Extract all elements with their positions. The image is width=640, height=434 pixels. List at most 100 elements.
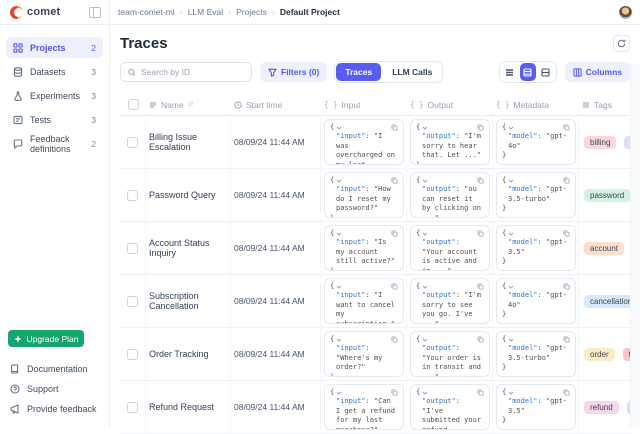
header-output[interactable]: { }Output [407,94,493,115]
input-json-cell[interactable]: { "input": "Can I get a refund for my la… [324,384,404,430]
header-tags[interactable]: Tags [579,94,632,115]
chevron-down-icon[interactable] [422,125,428,131]
chevron-down-icon[interactable] [422,231,428,237]
copy-icon[interactable] [563,230,570,237]
header-metadata[interactable]: { }Metadata [493,94,579,115]
input-json-cell[interactable]: { "input": "Is my account still active?"… [324,225,404,271]
input-json-cell[interactable]: { "input": "How do I reset my password?"… [324,172,404,218]
row-checkbox[interactable] [127,349,138,360]
row-checkbox[interactable] [127,137,138,148]
copy-icon[interactable] [391,177,398,184]
select-all-checkbox[interactable] [128,99,139,110]
input-json-cell[interactable]: { "input": "I want to cancel my subscrip… [324,278,404,324]
metadata-json-cell[interactable]: { "model": "gpt-3.5-turbo" } [496,172,576,218]
output-json-cell[interactable]: { "output": "I'm sorry to hear that. Let… [410,119,490,165]
sidebar-item-provide-feedback[interactable]: Provide feedback [6,399,103,419]
chevron-down-icon[interactable] [508,390,514,396]
table-row[interactable]: Refund Request 08/09/24 11:44 AM { "inpu… [120,381,632,434]
row-checkbox[interactable] [127,190,138,201]
chevron-down-icon[interactable] [422,178,428,184]
table-row[interactable]: Subscription Cancellation 08/09/24 11:44… [120,275,632,328]
output-json-cell[interactable]: { "output": "I'm sorry to see you go. I'… [410,278,490,324]
copy-icon[interactable] [563,389,570,396]
chevron-down-icon[interactable] [336,284,342,290]
chevron-down-icon[interactable] [422,284,428,290]
density-comfy-button[interactable] [538,63,554,81]
upgrade-plan-button[interactable]: Upgrade Plan [8,330,84,347]
copy-icon[interactable] [563,177,570,184]
copy-icon[interactable] [477,177,484,184]
metadata-json-cell[interactable]: { "model": "gpt-4o" } [496,119,576,165]
metadata-json-cell[interactable]: { "model": "gpt-3.5" } [496,225,576,271]
chevron-down-icon[interactable] [336,390,342,396]
input-json-cell[interactable]: { "input": "Where's my order?" } [324,331,404,377]
user-avatar[interactable] [619,6,632,19]
sidebar-item-projects[interactable]: Projects 2 [6,37,103,58]
refresh-button[interactable] [613,35,630,52]
table-row[interactable]: Billing Issue Escalation 08/09/24 11:44 … [120,116,632,169]
columns-button[interactable]: Columns [565,62,630,82]
header-name[interactable]: Name ↓↑ [146,94,231,115]
filters-button[interactable]: Filters (0) [260,62,327,82]
tab-traces[interactable]: Traces [336,63,381,81]
input-json-cell[interactable]: { "input": "I was overcharged on my last… [324,119,404,165]
header-input[interactable]: { }Input [321,94,407,115]
sidebar-item-feedback-definitions[interactable]: Feedback definitions 2 [6,133,103,154]
row-checkbox[interactable] [127,402,138,413]
sort-icon[interactable]: ↓↑ [188,101,193,108]
sidebar-item-tests[interactable]: Tests 3 [6,109,103,130]
copy-icon[interactable] [391,230,398,237]
search-input[interactable] [141,67,244,77]
table-row[interactable]: Password Query 08/09/24 11:44 AM { "inpu… [120,169,632,222]
copy-icon[interactable] [563,336,570,343]
table-row[interactable]: Account Status Inquiry 08/09/24 11:44 AM… [120,222,632,275]
output-json-cell[interactable]: { "output": "I've submitted your refund … [410,384,490,430]
sidebar-item-support[interactable]: Support [6,379,103,399]
chevron-down-icon[interactable] [508,178,514,184]
copy-icon[interactable] [391,283,398,290]
sidebar-toggle-icon[interactable] [89,7,101,18]
row-checkbox[interactable] [127,243,138,254]
search-box[interactable] [120,62,252,82]
metadata-json-cell[interactable]: { "model": "gpt-3.5" } [496,384,576,430]
density-medium-button[interactable] [520,63,536,81]
output-json-cell[interactable]: { "output": "ou can reset it by clicking… [410,172,490,218]
copy-icon[interactable] [477,124,484,131]
copy-icon[interactable] [563,124,570,131]
copy-icon[interactable] [477,283,484,290]
metadata-json-cell[interactable]: { "model": "gpt-4o" } [496,278,576,324]
header-start-time[interactable]: Start time [231,94,321,115]
copy-icon[interactable] [477,389,484,396]
output-json-cell[interactable]: { "output": "Your account is active and … [410,225,490,271]
chevron-down-icon[interactable] [422,337,428,343]
comet-logo[interactable]: comet [10,6,60,19]
copy-icon[interactable] [391,124,398,131]
chevron-down-icon[interactable] [508,337,514,343]
tag-chip[interactable]: cancellation [584,295,632,308]
metadata-json-cell[interactable]: { "model": "gpt-3.5-turbo" } [496,331,576,377]
copy-icon[interactable] [391,389,398,396]
tag-chip[interactable]: account [584,242,624,255]
copy-icon[interactable] [563,283,570,290]
breadcrumb-app[interactable]: LLM Eval [188,7,231,17]
tab-llm-calls[interactable]: LLM Calls [383,63,441,81]
breadcrumb-workspace[interactable]: team-comet-ml [118,7,183,17]
chevron-down-icon[interactable] [422,390,428,396]
chevron-down-icon[interactable] [336,337,342,343]
chevron-down-icon[interactable] [508,231,514,237]
chevron-down-icon[interactable] [336,231,342,237]
breadcrumb-projects[interactable]: Projects [236,7,275,17]
sidebar-item-datasets[interactable]: Datasets 3 [6,61,103,82]
tag-chip[interactable]: billing [584,136,616,149]
sidebar-item-experiments[interactable]: Experiments 3 [6,85,103,106]
copy-icon[interactable] [391,336,398,343]
copy-icon[interactable] [477,336,484,343]
tag-chip[interactable]: refund [584,401,619,414]
tag-chip[interactable]: order [584,348,615,361]
sidebar-item-documentation[interactable]: Documentation [6,359,103,379]
row-checkbox[interactable] [127,296,138,307]
table-row[interactable]: Order Tracking 08/09/24 11:44 AM { "inpu… [120,328,632,381]
tag-chip[interactable]: password [584,189,630,202]
chevron-down-icon[interactable] [508,284,514,290]
chevron-down-icon[interactable] [508,125,514,131]
